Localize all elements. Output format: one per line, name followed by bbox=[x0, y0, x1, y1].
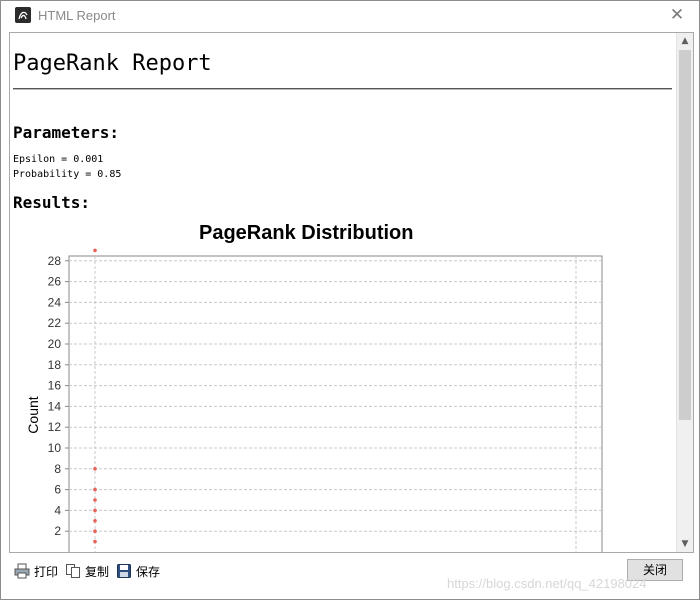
report-viewport: PageRank Report Parameters: Epsilon = 0.… bbox=[9, 32, 694, 553]
y-tick-label: 24 bbox=[48, 295, 62, 309]
y-tick-label: 28 bbox=[48, 254, 62, 268]
report-document: PageRank Report Parameters: Epsilon = 0.… bbox=[10, 33, 676, 552]
data-point bbox=[93, 529, 97, 533]
y-tick-label: 8 bbox=[54, 462, 61, 476]
scroll-up-arrow-icon[interactable]: ▲ bbox=[677, 33, 693, 49]
scrollbar-thumb[interactable] bbox=[679, 50, 691, 420]
data-point bbox=[93, 519, 97, 523]
y-tick-label: 4 bbox=[54, 503, 61, 517]
data-point bbox=[93, 539, 97, 544]
save-label: 保存 bbox=[136, 564, 161, 579]
y-axis-label: Count bbox=[25, 396, 41, 433]
data-point bbox=[93, 487, 97, 492]
print-button[interactable]: 打印 bbox=[14, 562, 58, 580]
data-point bbox=[93, 248, 97, 253]
bottom-toolbar: 打印 复制 保存 关闭 https://blog.csdn.net/qq_421… bbox=[1, 553, 699, 599]
watermark-text: https://blog.csdn.net/qq_42198024 bbox=[447, 576, 647, 591]
y-tick-label: 14 bbox=[48, 399, 62, 413]
y-tick-label: 26 bbox=[48, 275, 62, 289]
app-icon bbox=[15, 7, 31, 23]
data-point bbox=[93, 498, 97, 502]
y-tick-label: 18 bbox=[48, 358, 62, 372]
save-button[interactable]: 保存 bbox=[116, 562, 160, 580]
close-icon[interactable]: ✕ bbox=[667, 5, 687, 25]
data-point bbox=[93, 508, 97, 513]
title-bar: HTML Report ✕ bbox=[1, 1, 699, 31]
y-tick-label: 6 bbox=[54, 483, 61, 497]
pagerank-distribution-chart: 246810121416182022242628 Count bbox=[25, 248, 603, 552]
copy-button[interactable]: 复制 bbox=[65, 562, 109, 580]
copy-icon bbox=[66, 564, 80, 578]
y-tick-label: 12 bbox=[48, 420, 62, 434]
print-label: 打印 bbox=[34, 564, 59, 579]
copy-label: 复制 bbox=[85, 564, 110, 579]
printer-icon bbox=[14, 563, 30, 579]
y-tick-label: 16 bbox=[48, 379, 62, 393]
y-tick-label: 22 bbox=[48, 316, 62, 330]
window-title: HTML Report bbox=[38, 8, 116, 23]
vertical-scrollbar[interactable]: ▲ ▼ bbox=[676, 33, 693, 552]
plot-area bbox=[68, 255, 603, 552]
y-tick-label: 10 bbox=[48, 441, 62, 455]
floppy-disk-icon bbox=[117, 564, 131, 578]
y-tick-label: 20 bbox=[48, 337, 62, 351]
report-window: HTML Report ✕ PageRank Report Parameters… bbox=[0, 0, 700, 600]
data-point bbox=[93, 467, 97, 471]
y-tick-label: 2 bbox=[54, 524, 61, 538]
scroll-down-arrow-icon[interactable]: ▼ bbox=[677, 536, 693, 552]
